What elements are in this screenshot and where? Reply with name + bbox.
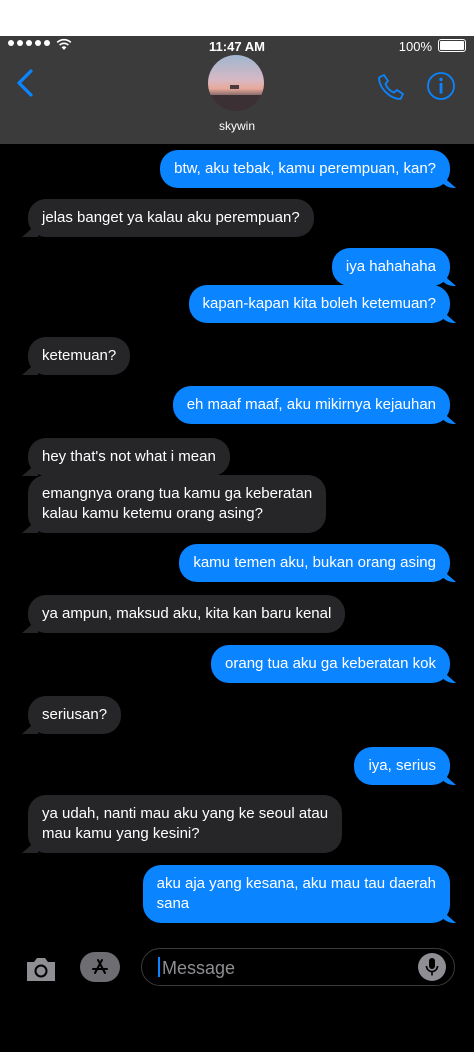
camera-icon[interactable]	[24, 954, 58, 984]
contact-name[interactable]: skywin	[0, 119, 474, 133]
message-text-line: aku aja yang kesana, aku mau tau daerah	[156, 875, 436, 892]
conversation-header: 11:47 AM 100% skywin	[0, 36, 474, 144]
message-text-line: eh maaf maaf, aku mikirnya kejauhan	[186, 396, 436, 413]
outgoing-message-bubble[interactable]: orang tua aku ga keberatan kok	[211, 645, 450, 683]
message-text-line: jelas banget ya kalau aku perempuan?	[42, 209, 300, 226]
incoming-message-bubble[interactable]: seriusan?	[28, 696, 122, 734]
message-text-line: mau kamu yang kesini?	[42, 825, 200, 842]
outgoing-message-bubble[interactable]: iya, serius	[354, 747, 450, 785]
contact-avatar[interactable]	[208, 55, 264, 111]
phone-icon[interactable]	[376, 72, 406, 102]
avatar-photo	[208, 85, 264, 111]
incoming-message-bubble[interactable]: emangnya orang tua kamu ga keberatan kala…	[28, 475, 327, 533]
message-text-line: orang tua aku ga keberatan kok	[225, 655, 436, 672]
incoming-message-bubble[interactable]: ya udah, nanti mau aku yang ke seoul ata…	[28, 795, 343, 853]
message-text-line: hey that's not what i mean	[42, 448, 216, 465]
message-text-line: ya udah, nanti mau aku yang ke seoul ata…	[42, 805, 329, 822]
message-placeholder: Message	[162, 958, 236, 978]
message-input[interactable]: Message	[141, 948, 455, 986]
microphone-icon	[425, 958, 439, 976]
composer-bar: Message	[0, 939, 474, 1052]
text-cursor	[158, 957, 160, 977]
top-strip	[0, 0, 474, 36]
message-text-line: kalau kamu ketemu orang asing?	[42, 505, 263, 522]
outgoing-message-bubble[interactable]: kamu temen aku, bukan orang asing	[179, 544, 450, 582]
outgoing-message-bubble[interactable]: aku aja yang kesana, aku mau tau daerah s…	[142, 865, 450, 923]
message-text-line: sana	[156, 895, 190, 912]
outgoing-message-bubble[interactable]: iya hahahaha	[331, 248, 450, 286]
message-text-line: ya ampun, maksud aku, kita kan baru kena…	[42, 605, 332, 622]
battery-icon	[438, 39, 466, 52]
message-text-line: seriusan?	[42, 706, 108, 723]
outgoing-message-bubble[interactable]: kapan-kapan kita boleh ketemuan?	[188, 285, 450, 323]
app-store-icon	[92, 959, 108, 974]
app-store-button[interactable]	[80, 952, 120, 982]
message-text-line: kamu temen aku, bukan orang asing	[193, 554, 436, 571]
status-bar: 11:47 AM 100%	[0, 36, 474, 56]
back-chevron-icon[interactable]	[14, 68, 36, 98]
battery-percent: 100%	[398, 39, 432, 54]
message-text-line: kapan-kapan kita boleh ketemuan?	[202, 295, 437, 312]
microphone-button[interactable]	[418, 953, 446, 981]
outgoing-message-bubble[interactable]: eh maaf maaf, aku mikirnya kejauhan	[172, 386, 450, 424]
message-thread[interactable]: btw, aku tebak, kamu perempuan, kan? jela…	[0, 144, 474, 939]
incoming-message-bubble[interactable]: ya ampun, maksud aku, kita kan baru kena…	[28, 595, 346, 633]
incoming-message-bubble[interactable]: hey that's not what i mean	[28, 438, 230, 476]
info-icon[interactable]	[426, 71, 456, 101]
incoming-message-bubble[interactable]: ketemuan?	[28, 337, 131, 375]
message-text-line: emangnya orang tua kamu ga keberatan	[42, 485, 313, 502]
message-text-line: ketemuan?	[42, 347, 117, 364]
message-text-line: btw, aku tebak, kamu perempuan, kan?	[174, 160, 436, 177]
message-text-line: iya hahahaha	[345, 258, 436, 275]
outgoing-message-bubble[interactable]: btw, aku tebak, kamu perempuan, kan?	[160, 150, 450, 188]
incoming-message-bubble[interactable]: jelas banget ya kalau aku perempuan?	[28, 199, 314, 237]
message-text-line: iya, serius	[368, 757, 436, 774]
